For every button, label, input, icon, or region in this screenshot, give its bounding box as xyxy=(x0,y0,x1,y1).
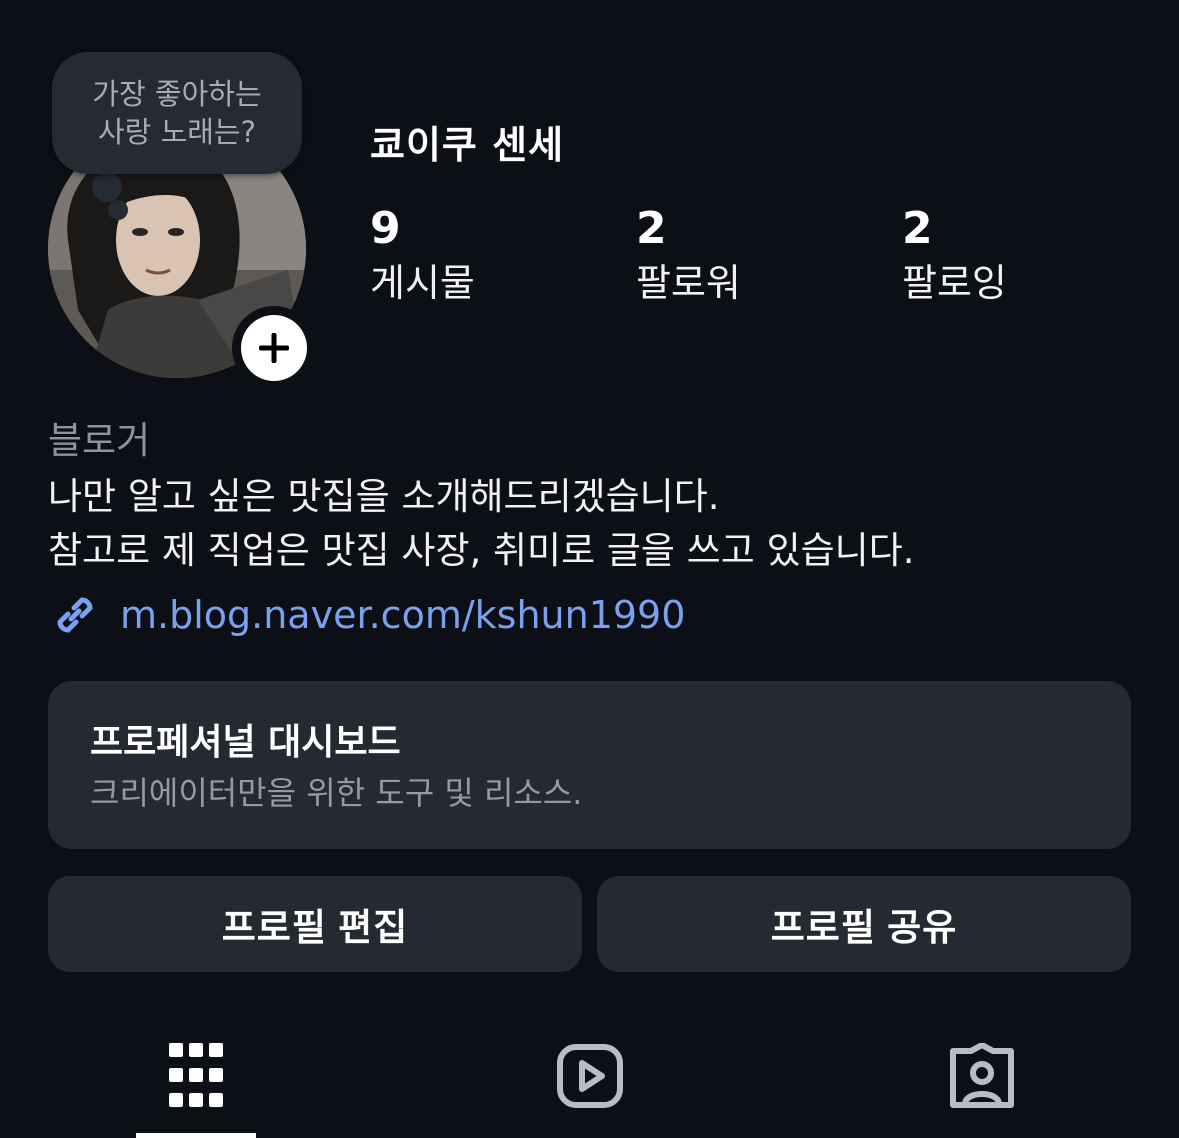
professional-dashboard-card[interactable]: 프로페셔널 대시보드 크리에이터만을 위한 도구 및 리소스. xyxy=(48,681,1131,849)
stat-posts[interactable]: 9 게시물 xyxy=(370,200,475,308)
tab-posts-grid[interactable] xyxy=(161,1040,233,1112)
stat-following-label: 팔로잉 xyxy=(902,261,1007,305)
stat-followers-count: 2 xyxy=(636,203,667,254)
stat-followers[interactable]: 2 팔로워 xyxy=(636,200,741,308)
stat-following-count: 2 xyxy=(902,203,933,254)
stat-following[interactable]: 2 팔로잉 xyxy=(902,200,1007,308)
share-profile-button[interactable]: 프로필 공유 xyxy=(597,876,1131,972)
bio-link[interactable]: m.blog.naver.com/kshun1990 xyxy=(48,588,685,642)
stat-followers-label: 팔로워 xyxy=(636,261,741,305)
tab-tagged[interactable] xyxy=(946,1040,1018,1112)
note-line-1: 가장 좋아하는 xyxy=(92,77,262,111)
profile-username: 쿄이쿠 센세 xyxy=(370,123,565,167)
active-tab-indicator xyxy=(136,1133,256,1138)
tab-reels[interactable] xyxy=(554,1040,626,1112)
bio-line-2: 참고로 제 직업은 맛집 사장, 취미로 글을 쓰고 있습니다. xyxy=(48,529,915,572)
note-bubble-tail xyxy=(92,172,122,202)
tagged-icon xyxy=(950,1043,1014,1108)
note-bubble-tail-small xyxy=(108,200,128,220)
profile-page: 가장 좋아하는 사랑 노래는? 쿄이쿠 센세 9 게시물 2 팔로워 2 팔로잉… xyxy=(0,0,1179,1138)
stat-posts-label: 게시물 xyxy=(370,261,475,305)
link-icon xyxy=(57,597,93,633)
dashboard-title: 프로페셔널 대시보드 xyxy=(90,722,401,763)
reels-icon xyxy=(557,1044,623,1108)
bio-category: 블로거 xyxy=(48,419,151,462)
add-story-button[interactable] xyxy=(232,306,316,390)
plus-icon xyxy=(259,333,289,363)
edit-profile-button[interactable]: 프로필 편집 xyxy=(48,876,582,972)
grid-icon xyxy=(169,1043,223,1107)
stat-posts-count: 9 xyxy=(370,203,401,254)
bio-line-1: 나만 알고 싶은 맛집을 소개해드리겠습니다. xyxy=(48,475,720,518)
dashboard-subtitle: 크리에이터만을 위한 도구 및 리소스. xyxy=(90,774,583,812)
note-bubble[interactable]: 가장 좋아하는 사랑 노래는? xyxy=(52,52,302,174)
bio-link-text[interactable]: m.blog.naver.com/kshun1990 xyxy=(120,593,685,637)
note-line-2: 사랑 노래는? xyxy=(97,115,256,149)
